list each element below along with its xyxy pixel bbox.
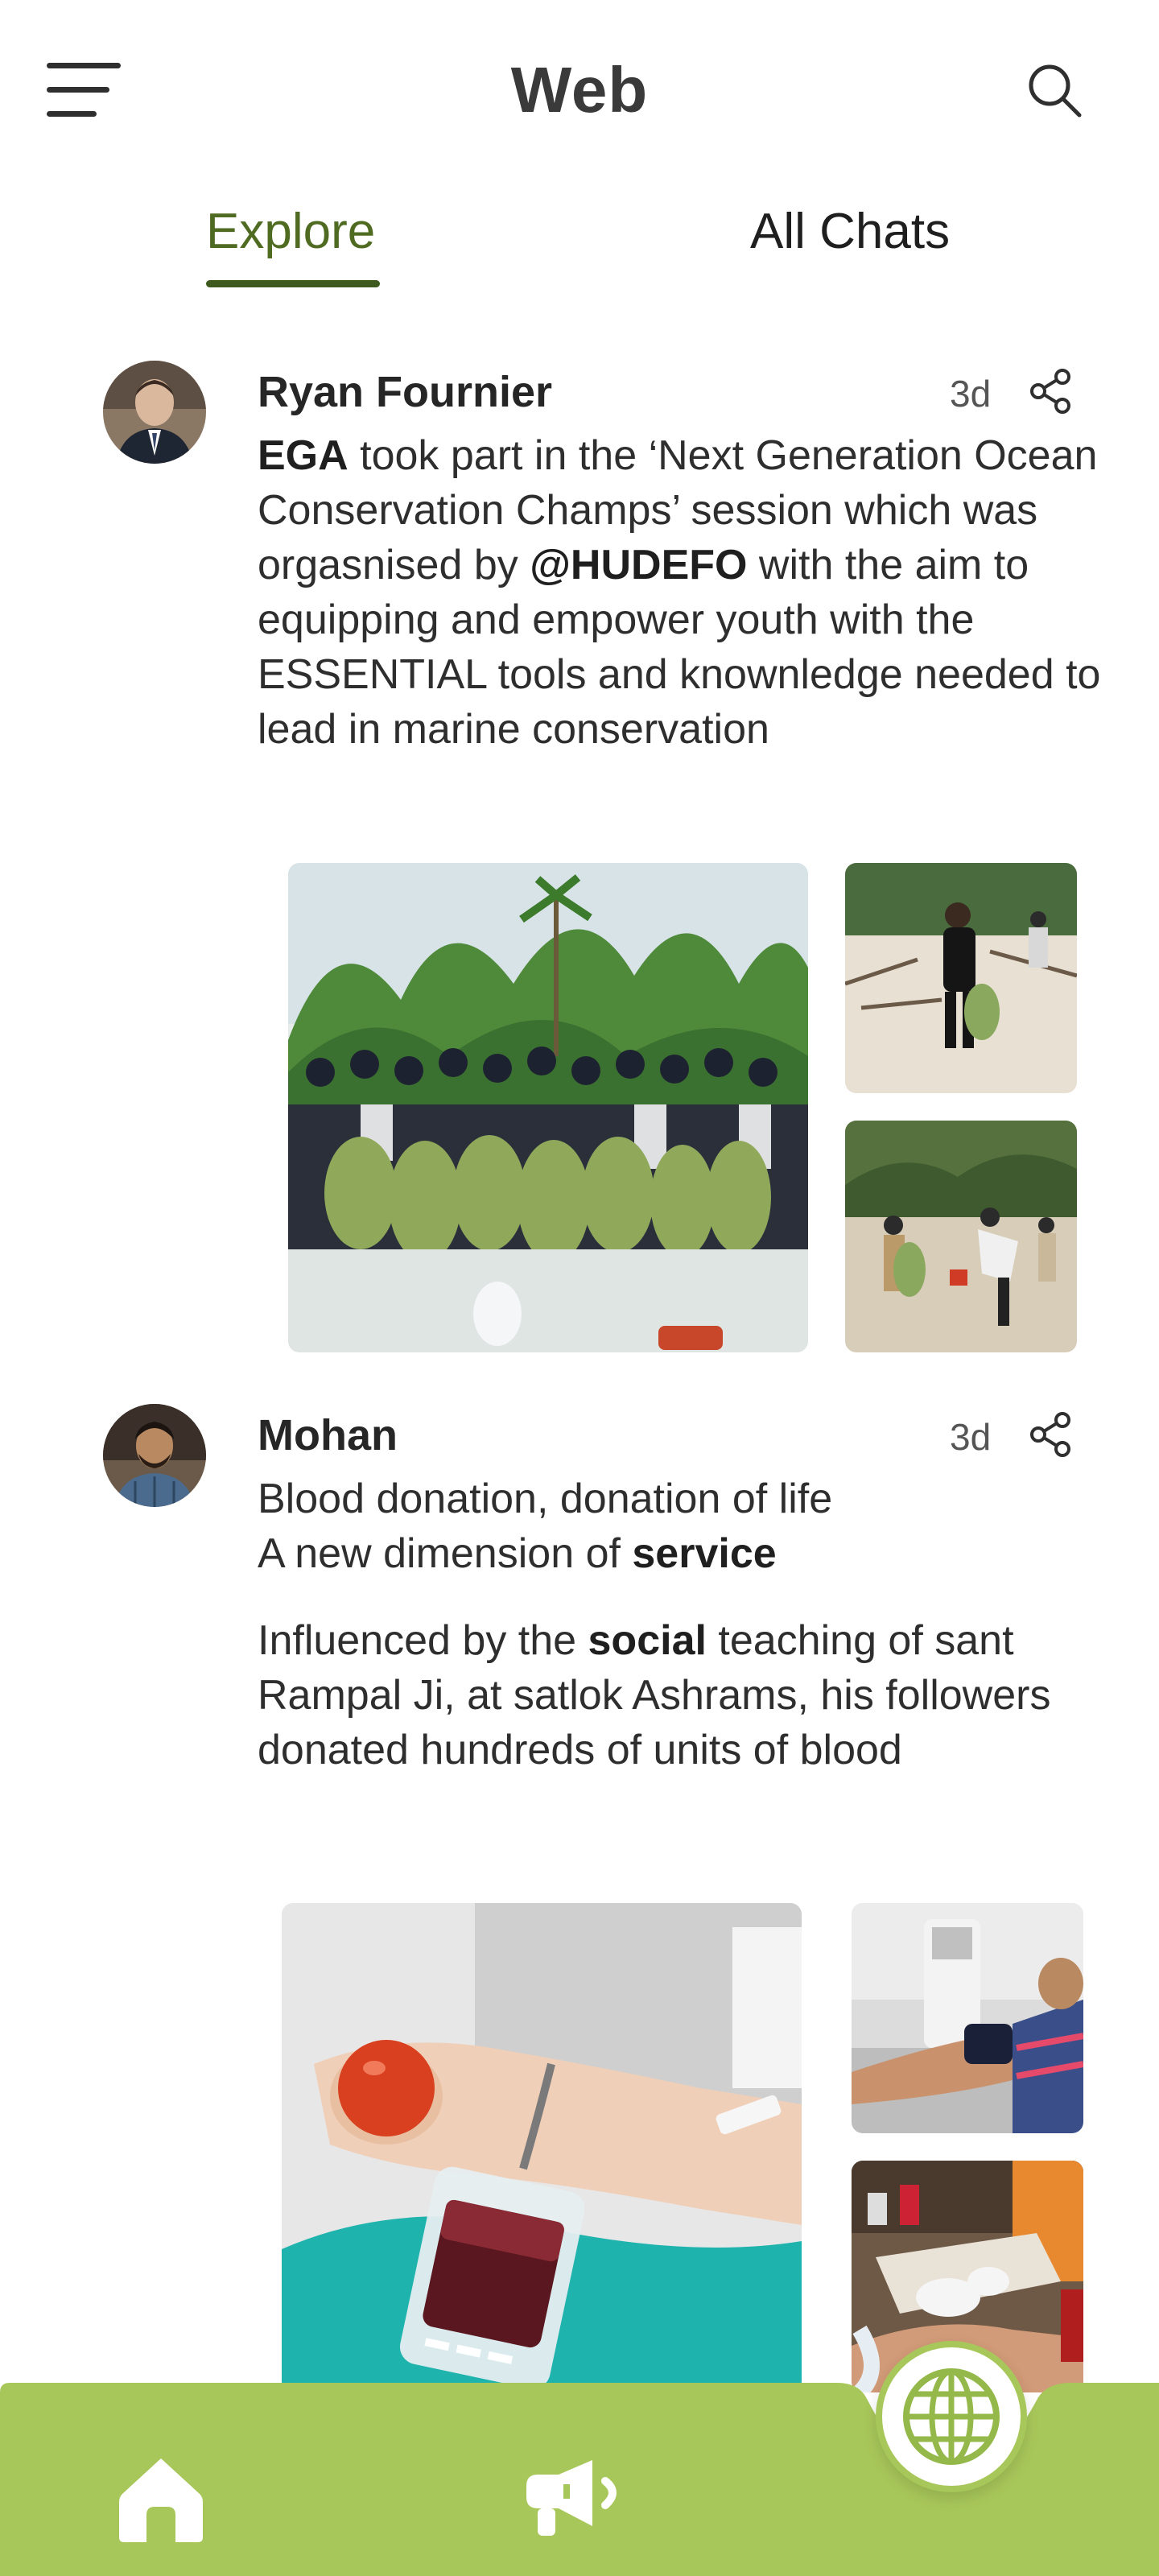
nav-home[interactable]: [116, 2454, 206, 2544]
post-body: EGA took part in the ‘Next Generation Oc…: [258, 428, 1127, 757]
post-image-thumb[interactable]: [852, 1903, 1083, 2133]
page-title: Web: [510, 54, 649, 126]
post-text-segment: A new dimension of: [258, 1530, 633, 1577]
post-image-main[interactable]: [282, 1903, 802, 2392]
share-button[interactable]: [1027, 1410, 1075, 1459]
post-text-segment: EGA: [258, 432, 349, 479]
blood-donor-on-chair: [852, 1903, 1083, 2133]
post-body: Blood donation, donation of life A new d…: [258, 1472, 1127, 1777]
share-icon: [1030, 1412, 1070, 1457]
post-text-segment: Influenced by the: [258, 1617, 588, 1664]
tab-all-chats[interactable]: All Chats: [750, 203, 950, 260]
top-app-bar: Web: [0, 0, 1159, 185]
search-icon: [1029, 64, 1082, 118]
post-image-thumb[interactable]: [845, 863, 1077, 1093]
globe-icon: [903, 2368, 1000, 2465]
post-text-segment: service: [632, 1530, 777, 1577]
post-text-segment: Blood donation, donation of life: [258, 1476, 833, 1522]
post-image-thumb[interactable]: [845, 1121, 1077, 1352]
web-globe-button[interactable]: [876, 2341, 1027, 2492]
post-time: 3d: [950, 373, 992, 415]
tab-bar: Explore All Chats: [0, 185, 1159, 306]
beach-cleanup-volunteer: [845, 863, 1077, 1093]
share-button[interactable]: [1027, 367, 1075, 415]
nav-announcements[interactable]: [522, 2452, 634, 2542]
tab-explore[interactable]: Explore: [206, 203, 375, 260]
post-text-segment: social: [588, 1617, 707, 1664]
post-image-main[interactable]: [288, 863, 808, 1352]
avatar[interactable]: [103, 361, 206, 464]
post-author[interactable]: Ryan Fournier: [258, 367, 552, 417]
search-button[interactable]: [1025, 61, 1083, 119]
post-time: 3d: [950, 1416, 992, 1458]
beach-cleanup-collecting-waste: [845, 1121, 1077, 1352]
mention-link[interactable]: @HUDEFO: [530, 542, 747, 588]
avatar[interactable]: [103, 1404, 206, 1507]
beach-cleanup-group-photo: [288, 863, 808, 1352]
active-tab-indicator: [206, 280, 380, 287]
blood-donation-arm-and-bag: [282, 1903, 802, 2392]
home-icon: [119, 2458, 203, 2542]
share-icon: [1030, 369, 1070, 414]
post-author[interactable]: Mohan: [258, 1410, 398, 1460]
megaphone-icon: [526, 2460, 617, 2536]
